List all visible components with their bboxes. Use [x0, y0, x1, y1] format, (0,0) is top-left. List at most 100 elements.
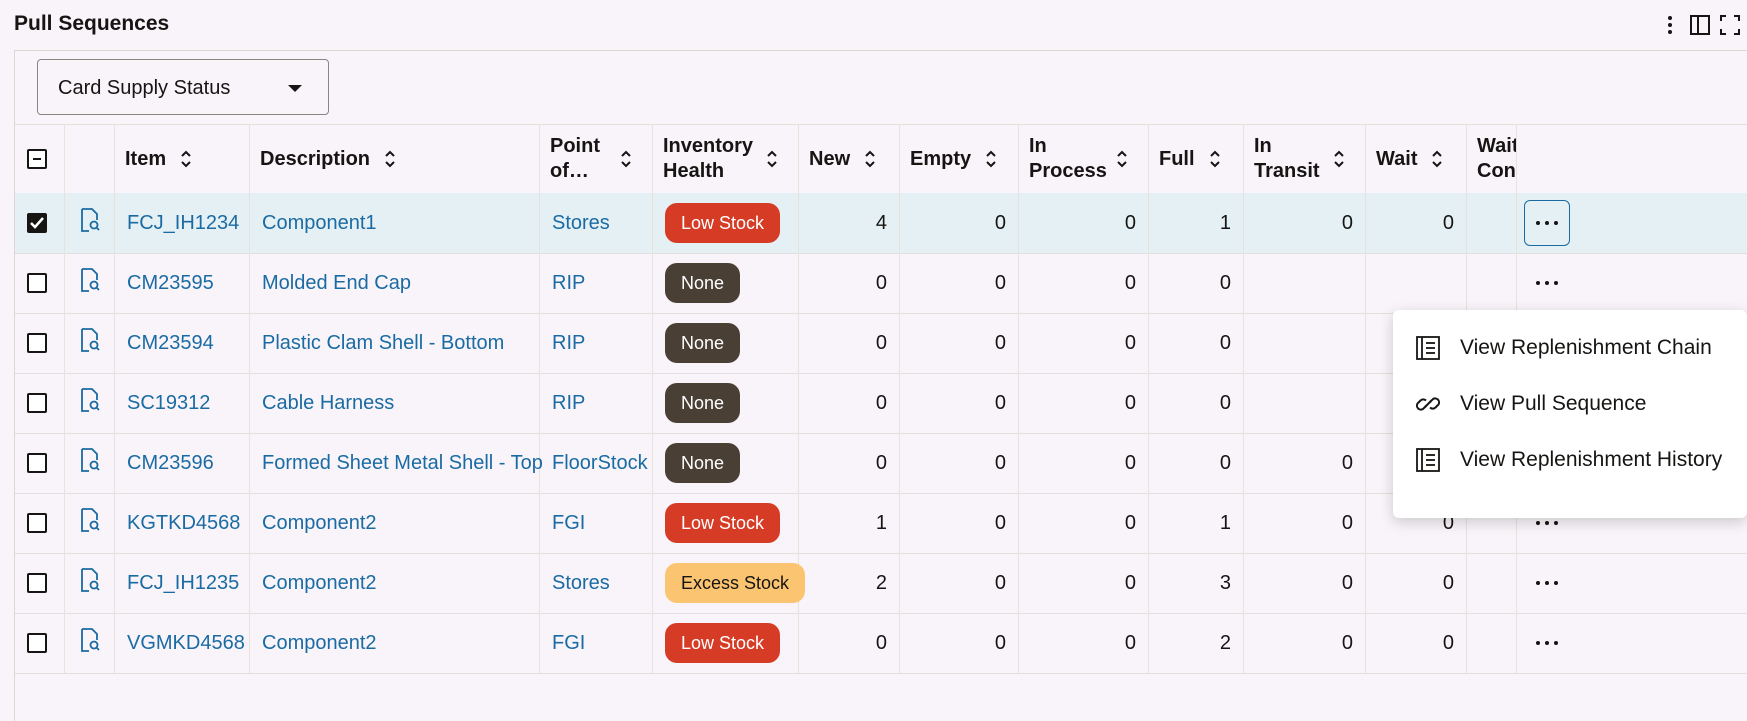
header-point-of[interactable]: Point of…: [540, 125, 653, 193]
cell-full: 0: [1149, 313, 1244, 373]
header-inventory-health[interactable]: Inventory Health: [653, 125, 799, 193]
inventory-health-badge: Low Stock: [665, 503, 781, 543]
value-empty: 0: [994, 451, 1006, 474]
item-link[interactable]: CM23595: [115, 272, 214, 295]
header-wait-cons[interactable]: Wait Cons: [1467, 125, 1517, 193]
card-supply-status-select[interactable]: Card Supply Status: [37, 59, 329, 115]
sort-icon[interactable]: [985, 149, 997, 169]
row-checkbox[interactable]: [27, 573, 47, 593]
point-of-link[interactable]: FGI: [540, 632, 585, 655]
point-of-link[interactable]: RIP: [540, 332, 585, 355]
cell-in-transit: 0: [1244, 553, 1366, 613]
cell-in-process: 0: [1019, 373, 1149, 433]
item-link[interactable]: KGTKD4568: [115, 512, 240, 535]
sort-icon[interactable]: [864, 149, 876, 169]
value-in-transit: 0: [1341, 511, 1353, 534]
item-link[interactable]: FCJ_IH1235: [115, 572, 239, 595]
point-of-link[interactable]: Stores: [540, 212, 610, 235]
menu-item[interactable]: View Replenishment Chain: [1393, 318, 1747, 378]
document-search-icon[interactable]: [80, 268, 100, 298]
cell-wait: 0: [1366, 613, 1467, 673]
item-link[interactable]: VGMKD4568: [115, 632, 245, 655]
header-in-transit[interactable]: In Transit: [1244, 125, 1366, 193]
header-empty[interactable]: Empty: [900, 125, 1019, 193]
point-of-link[interactable]: RIP: [540, 392, 585, 415]
document-search-icon[interactable]: [80, 208, 100, 238]
sort-icon[interactable]: [1431, 149, 1443, 169]
description-link[interactable]: Formed Sheet Metal Shell - Top: [250, 452, 543, 475]
description-link[interactable]: Component2: [250, 632, 377, 655]
description-link[interactable]: Component1: [250, 212, 377, 235]
page-title: Pull Sequences: [14, 12, 170, 35]
sort-icon[interactable]: [180, 149, 192, 169]
row-select-cell: [15, 493, 65, 553]
row-checkbox[interactable]: [27, 513, 47, 533]
value-full: 2: [1219, 631, 1231, 654]
select-all-checkbox[interactable]: [27, 149, 47, 169]
sort-icon[interactable]: [1116, 149, 1128, 169]
sort-icon[interactable]: [766, 149, 778, 169]
document-search-icon[interactable]: [80, 628, 100, 658]
document-search-icon[interactable]: [80, 568, 100, 598]
row-more-actions-button[interactable]: [1524, 560, 1570, 606]
menu-item[interactable]: View Pull Sequence: [1393, 374, 1747, 434]
row-more-actions-button[interactable]: [1524, 200, 1570, 246]
row-checkbox[interactable]: [27, 213, 47, 233]
header-item[interactable]: Item: [115, 125, 250, 193]
value-empty: 0: [994, 331, 1006, 354]
more-horizontal-icon: [1536, 641, 1558, 645]
cell-in-process: 0: [1019, 553, 1149, 613]
point-of-link[interactable]: FloorStock: [540, 452, 648, 475]
point-of-link[interactable]: Stores: [540, 572, 610, 595]
header-full[interactable]: Full: [1149, 125, 1244, 193]
point-of-link[interactable]: FGI: [540, 512, 585, 535]
item-link[interactable]: FCJ_IH1234: [115, 212, 239, 235]
cell-description: Cable Harness: [250, 373, 540, 433]
row-detail-cell: [65, 553, 115, 613]
row-more-actions-button[interactable]: [1524, 260, 1570, 306]
header-in-process[interactable]: In Process: [1019, 125, 1149, 193]
document-search-icon[interactable]: [80, 508, 100, 538]
item-link[interactable]: CM23594: [115, 332, 214, 355]
cell-in-transit: [1244, 313, 1366, 373]
cell-empty: 0: [900, 313, 1019, 373]
row-more-actions-button[interactable]: [1524, 620, 1570, 666]
value-full: 3: [1219, 571, 1231, 594]
header-full-label: Full: [1159, 147, 1195, 170]
description-link[interactable]: Cable Harness: [250, 392, 394, 415]
cell-description: Component2: [250, 613, 540, 673]
sort-icon[interactable]: [384, 149, 396, 169]
row-checkbox[interactable]: [27, 273, 47, 293]
document-search-icon[interactable]: [80, 448, 100, 478]
description-link[interactable]: Plastic Clam Shell - Bottom: [250, 332, 504, 355]
panel-icon[interactable]: [1689, 14, 1711, 36]
row-checkbox[interactable]: [27, 453, 47, 473]
description-link[interactable]: Molded End Cap: [250, 272, 411, 295]
header-description[interactable]: Description: [250, 125, 540, 193]
row-select-cell: [15, 553, 65, 613]
row-checkbox[interactable]: [27, 333, 47, 353]
document-search-icon[interactable]: [80, 328, 100, 358]
header-wait[interactable]: Wait: [1366, 125, 1467, 193]
fullscreen-icon[interactable]: [1719, 14, 1741, 36]
inventory-health-badge: None: [665, 443, 741, 483]
header-new[interactable]: New: [799, 125, 900, 193]
document-search-icon[interactable]: [80, 388, 100, 418]
row-checkbox[interactable]: [27, 633, 47, 653]
sort-icon[interactable]: [1333, 149, 1345, 169]
description-link[interactable]: Component2: [250, 572, 377, 595]
sort-icon[interactable]: [1209, 149, 1221, 169]
cell-point: FGI: [540, 493, 653, 553]
sort-icon[interactable]: [620, 149, 632, 169]
row-select-cell: [15, 613, 65, 673]
item-link[interactable]: CM23596: [115, 452, 214, 475]
menu-item[interactable]: View Replenishment History: [1393, 430, 1747, 490]
description-link[interactable]: Component2: [250, 512, 377, 535]
cell-in-process: 0: [1019, 613, 1149, 673]
more-vertical-icon[interactable]: [1659, 14, 1681, 36]
point-of-link[interactable]: RIP: [540, 272, 585, 295]
item-link[interactable]: SC19312: [115, 392, 210, 415]
value-wait: 0: [1442, 211, 1454, 234]
row-checkbox[interactable]: [27, 393, 47, 413]
cell-health: Excess Stock: [653, 553, 806, 613]
